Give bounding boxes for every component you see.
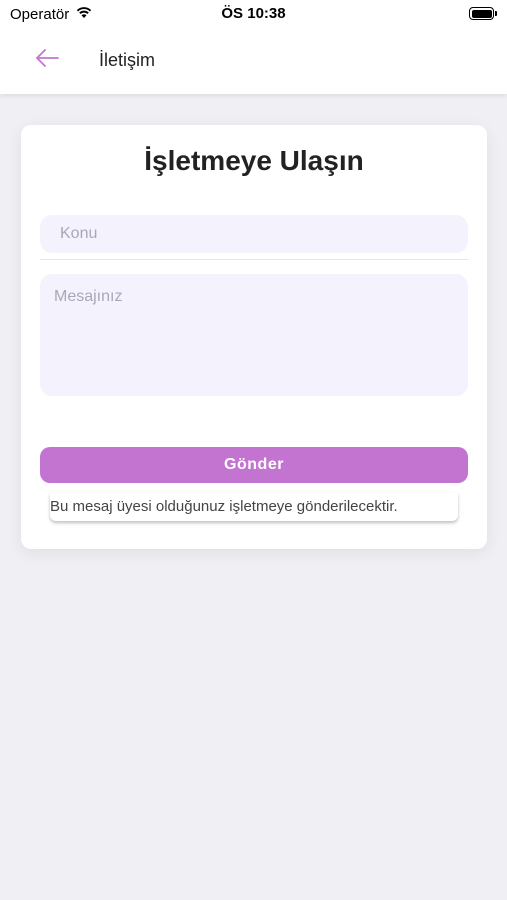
divider [40,259,468,260]
subject-input[interactable] [40,215,468,253]
status-bar: Operatör ÖS 10:38 [0,0,507,26]
back-button[interactable] [26,40,68,80]
info-note: Bu mesaj üyesi olduğunuz işletmeye gönde… [50,493,458,521]
battery-icon [469,7,497,20]
page-title: İletişim [99,50,156,70]
message-textarea[interactable] [40,274,468,396]
app-header: İletişim [0,26,507,94]
send-button[interactable]: Gönder [40,447,468,483]
arrow-left-icon [35,48,59,73]
contact-card: İşletmeye Ulaşın Gönder Bu mesaj üyesi o… [21,125,487,549]
status-time: ÖS 10:38 [221,5,286,22]
form-title: İşletmeye Ulaşın [144,145,364,176]
